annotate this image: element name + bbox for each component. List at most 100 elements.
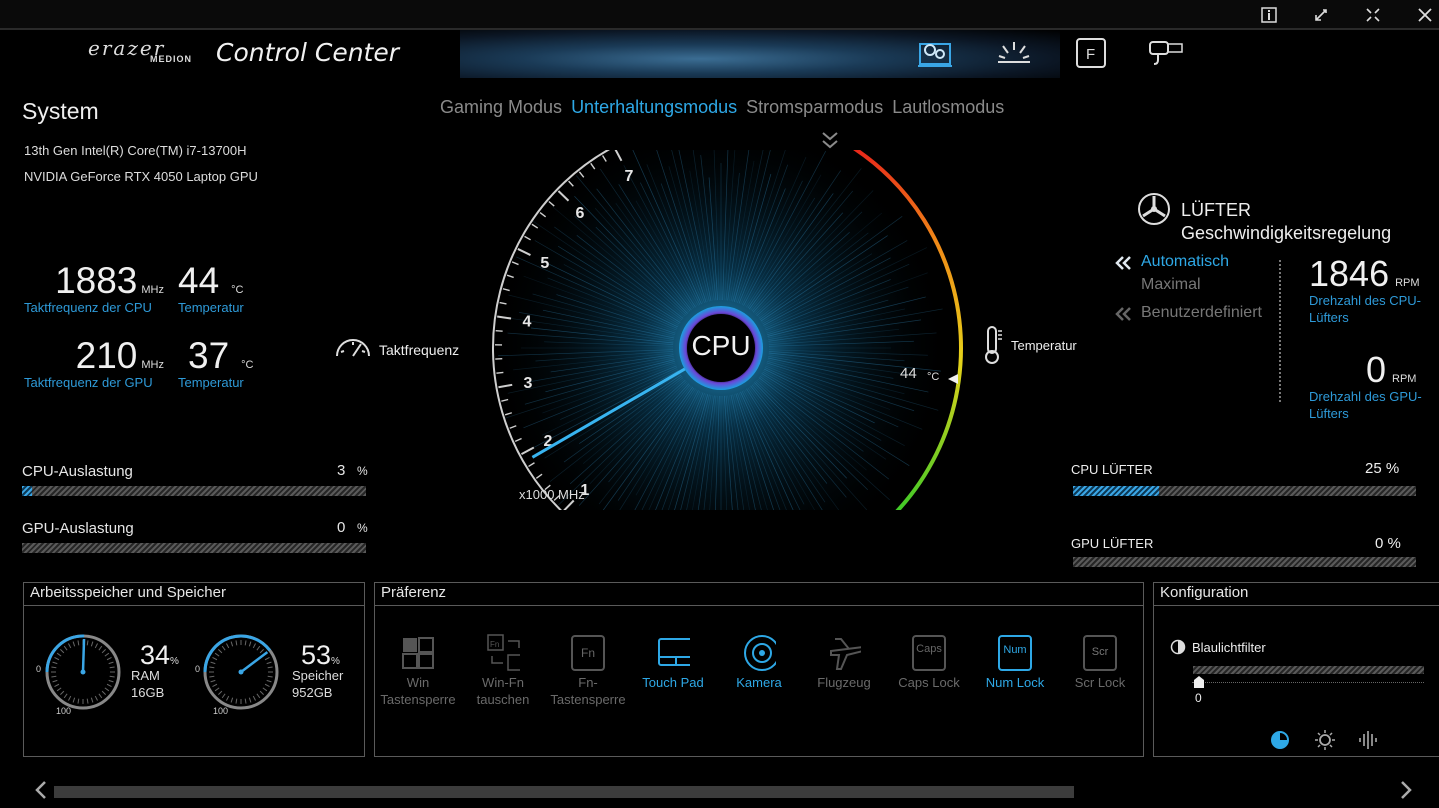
dial-tick [106,657,112,661]
lighting-icon[interactable] [994,33,1034,73]
fan-option-custom[interactable]: Benutzerdefiniert [1141,304,1262,322]
cpu-fan-label: CPU LÜFTER [1071,462,1153,477]
scroll-right-icon[interactable] [1398,780,1414,805]
pref-scroll-lock[interactable]: Scr Scr Lock [1060,635,1140,691]
ram-percent: 34 [140,640,171,670]
dial-tick [267,666,273,669]
gpu-rpm-caption: Drehzahl des GPU-Lüfters [1309,389,1422,421]
cpu-rpm-unit: RPM [1395,277,1420,289]
freq-tick-label: 6 [576,205,585,222]
dial-tick [77,698,80,704]
pref-num-lock[interactable]: Num Num Lock [975,635,1055,691]
dial-tick [235,640,238,646]
mode-tabs: Gaming Modus Unterhaltungsmodus Stromspa… [440,97,1040,121]
scroll-left-icon[interactable] [33,780,49,805]
dial-tick [266,661,272,665]
windows-icon [401,636,435,670]
memory-panel-header: Arbeitsspeicher und Speicher [23,582,365,606]
gauge-center-label: CPU [691,330,751,361]
gpu-freq-stat: 210 MHz Taktfrequenz der GPU [24,335,164,390]
dial-needle [81,638,86,673]
dial-tick [259,690,264,695]
bluelight-label: Blaulichtfilter [1192,640,1266,655]
scroll-lock-icon: Scr [1083,635,1117,671]
dial-tick [68,643,72,649]
tab-entertainment-mode[interactable]: Unterhaltungsmodus [571,97,737,121]
pref-fn-lock[interactable]: Fn Fn- Tastensperre [548,635,628,708]
ram-dial-max: 100 [56,706,72,716]
pref-airplane-label: Flugzeug [817,675,871,690]
pref-airplane[interactable]: Flugzeug [804,636,884,691]
tab-silent-mode[interactable]: Lautlosmodus [892,97,1004,121]
gpu-model: NVIDIA GeForce RTX 4050 Laptop GPU [24,169,258,184]
brightness-icon[interactable] [1314,729,1336,756]
dial-tick [51,666,57,669]
brand-sub: MEDION [150,54,192,64]
dial-tick [252,695,256,701]
function-key-icon[interactable]: F [1071,33,1111,73]
gpu-fan-label: GPU LÜFTER [1071,536,1154,551]
temp-label: Temperatur [1011,338,1077,353]
scr-key-text: Scr [1083,635,1117,671]
dial-tick [72,641,76,647]
tab-power-saving-mode[interactable]: Stromsparmodus [746,97,883,121]
fan-icon [1135,190,1173,233]
bluelight-mode-icon[interactable] [1270,730,1290,755]
connect-icon[interactable] [1146,33,1186,73]
bluelight-slider-track[interactable] [1193,666,1424,674]
preference-panel-header: Präferenz [374,582,1144,606]
dial-tick [226,695,230,701]
cpu-model: 13th Gen Intel(R) Core(TM) i7-13700H [24,143,247,158]
gpu-temp-value: 37 [188,335,230,376]
swap-icon: Fn [486,634,520,671]
pref-touchpad-label: Touch Pad [642,675,704,690]
dial-tick [68,695,72,701]
preference-panel-title: Präferenz [381,584,447,601]
dial-tick [230,641,234,647]
dial-tick [94,643,98,649]
fn-key-icon: Fn [571,635,605,671]
cpu-rpm-stat: 1846 RPM [1309,253,1420,295]
pref-win-fn-swap[interactable]: Fn Win-Fn tauschen [463,634,543,708]
gpu-temp-unit: °C [241,359,254,371]
fan-option-automatic[interactable]: Automatisch [1141,253,1229,271]
gpu-freq-caption: Taktfrequenz der GPU [24,375,153,390]
dial-tick [226,643,230,649]
horizontal-scrollbar[interactable] [54,786,1074,798]
ram-percent-stat: 34 % [140,640,179,671]
ram-dial [45,634,121,710]
tab-gaming-mode[interactable]: Gaming Modus [440,97,562,121]
system-settings-icon[interactable] [915,33,955,73]
sound-wave-icon[interactable] [1357,729,1379,756]
dial-tick [54,683,60,687]
dial-tick [259,649,264,654]
pref-win-fn-line1: Win-Fn [482,675,524,690]
cpu-load-bar [22,486,366,496]
config-panel-header: Konfiguration [1153,582,1439,606]
fan-title: LÜFTER [1181,200,1252,220]
ram-label: RAM [131,668,160,683]
storage-dial-min: 0 [195,664,201,674]
dial-tick [60,649,65,654]
gpu-load-bar [22,543,366,553]
caps-key-text: Caps [912,635,946,671]
close-icon[interactable] [1412,3,1438,27]
dial-value-arc [203,634,271,673]
pref-touchpad[interactable]: Touch Pad [633,636,713,691]
dial-tick [244,698,247,704]
pref-scroll-lock-label: Scr Lock [1074,675,1126,690]
dial-tick [266,679,272,683]
fan-option-maximum[interactable]: Maximal [1141,276,1201,294]
storage-dial [203,634,279,710]
dial-tick [248,641,252,647]
pref-camera[interactable]: Kamera [719,635,799,691]
info-icon[interactable] [1256,3,1282,27]
dial-tick [104,652,110,657]
pref-caps-lock[interactable]: Caps Caps Lock [889,635,969,691]
fullscreen-icon[interactable] [1360,3,1386,27]
cpu-rpm-value: 1846 [1309,253,1390,294]
restore-icon[interactable] [1308,3,1334,27]
svg-text:Fn: Fn [490,640,499,649]
pref-win-lock[interactable]: Win Tastensperre [378,636,458,708]
dial-tick [106,683,112,687]
